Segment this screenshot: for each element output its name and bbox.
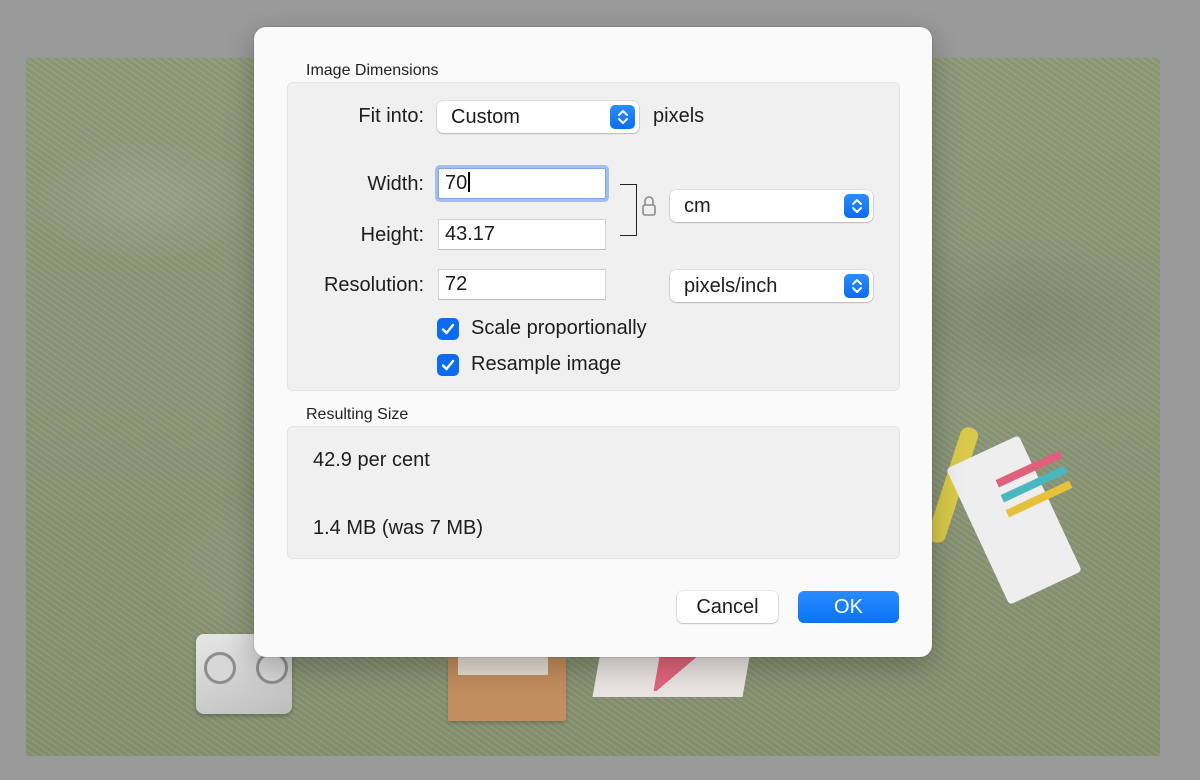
chevron-up-down-icon <box>844 194 869 218</box>
lock-icon[interactable] <box>641 195 657 222</box>
model-airplane-image <box>925 425 1084 605</box>
height-label: Height: <box>360 224 424 246</box>
ok-button[interactable]: OK <box>798 591 899 623</box>
resulting-file-size: 1.4 MB (was 7 MB) <box>313 517 484 539</box>
width-field[interactable]: 70 <box>438 168 606 199</box>
resolution-units-popup[interactable]: pixels/inch <box>670 270 873 302</box>
resolution-field[interactable]: 72 <box>438 269 606 300</box>
chevron-up-down-icon <box>610 105 635 129</box>
height-field[interactable]: 43.17 <box>438 219 606 250</box>
width-value: 70 <box>445 172 468 194</box>
resolution-label: Resolution: <box>323 274 424 296</box>
resulting-percent: 42.9 per cent <box>313 449 430 471</box>
image-size-dialog: Image Dimensions Fit into: Custom pixels… <box>254 27 932 657</box>
height-value: 43.17 <box>445 223 496 245</box>
units-popup[interactable]: cm <box>670 190 873 222</box>
fit-into-popup[interactable]: Custom <box>437 101 639 133</box>
chevron-up-down-icon <box>844 274 869 298</box>
image-dimensions-title: Image Dimensions <box>306 62 439 79</box>
wooden-box-image <box>448 657 566 721</box>
airplane-wing-image <box>592 657 750 697</box>
width-label: Width: <box>367 173 424 195</box>
resample-image-label: Resample image <box>471 353 622 375</box>
text-caret <box>468 172 470 192</box>
units-value: cm <box>684 195 711 217</box>
resolution-value: 72 <box>445 273 468 295</box>
resample-image-checkbox[interactable]: Resample image <box>437 353 621 376</box>
fit-into-value: Custom <box>451 106 520 128</box>
scale-proportionally-checkbox[interactable]: Scale proportionally <box>437 317 647 340</box>
resulting-size-title: Resulting Size <box>306 406 409 423</box>
resolution-units-value: pixels/inch <box>684 275 778 297</box>
proportion-bracket <box>620 184 637 236</box>
fit-into-label: Fit into: <box>358 105 424 127</box>
scale-proportionally-label: Scale proportionally <box>471 317 647 339</box>
checkmark-icon <box>437 317 459 340</box>
cancel-button[interactable]: Cancel <box>677 591 778 623</box>
checkmark-icon <box>437 353 459 376</box>
fit-into-unit-label: pixels <box>653 105 705 127</box>
